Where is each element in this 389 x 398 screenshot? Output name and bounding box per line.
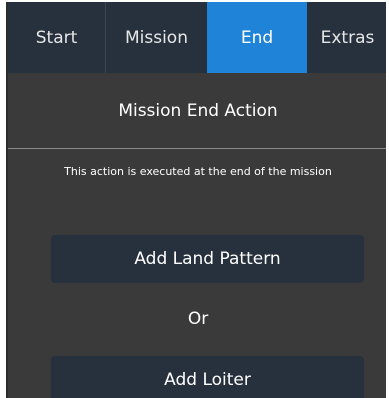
add-land-pattern-button[interactable]: Add Land Pattern bbox=[51, 235, 364, 283]
tab-end[interactable]: End bbox=[207, 2, 307, 73]
tab-start[interactable]: Start bbox=[8, 2, 105, 73]
mission-end-panel: Start Mission End Extras Mission End Act… bbox=[6, 2, 386, 398]
tab-extras[interactable]: Extras bbox=[307, 2, 386, 73]
or-label: Or bbox=[187, 309, 209, 329]
add-loiter-button[interactable]: Add Loiter bbox=[51, 356, 364, 398]
divider bbox=[8, 148, 386, 149]
tab-mission[interactable]: Mission bbox=[106, 2, 207, 73]
section-description: This action is executed at the end of th… bbox=[64, 165, 332, 178]
section-title: Mission End Action bbox=[118, 101, 278, 121]
tab-bar: Start Mission End Extras bbox=[8, 2, 386, 73]
